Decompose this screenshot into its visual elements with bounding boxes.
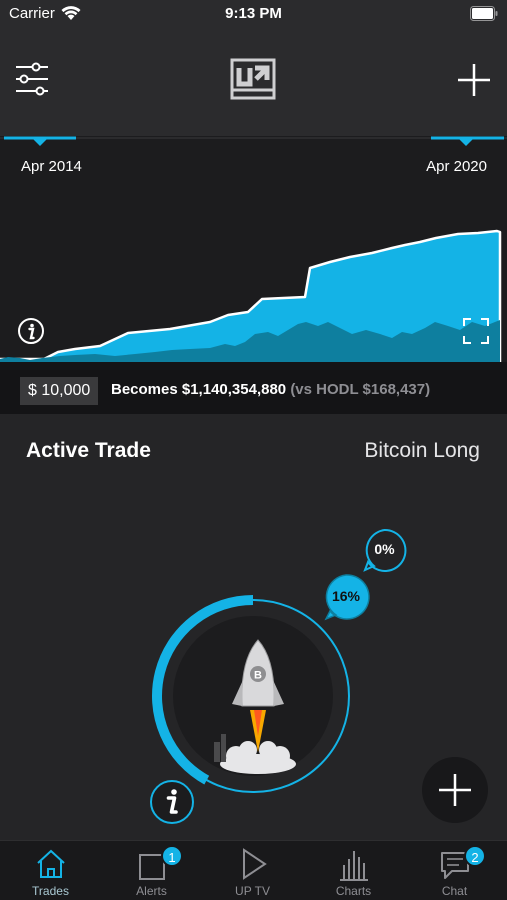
home-icon [37, 849, 65, 878]
result-bar: $ 10,000 Becomes $1,140,354,880 (vs HODL… [0, 362, 507, 414]
tab-up-tv[interactable]: UP TV [202, 841, 303, 900]
status-bar: Carrier 9:13 PM [0, 0, 507, 30]
play-icon [243, 848, 267, 880]
chat-count-badge: 2 [464, 845, 486, 867]
tab-label-charts: Charts [335, 884, 372, 898]
tab-charts[interactable]: Charts [303, 841, 404, 900]
tab-trades[interactable]: Trades [0, 841, 101, 900]
tab-label-trades: Trades [32, 884, 69, 898]
tab-bar: Trades 1 Alerts UP TV Charts 2 Chat [0, 840, 507, 900]
range-handle-right [458, 138, 474, 146]
chart-info-icon[interactable] [17, 317, 45, 345]
secondary-percent-label: 0% [374, 541, 395, 557]
battery-icon [470, 6, 498, 21]
primary-percent-badge[interactable]: 16% [322, 573, 370, 621]
trade-name[interactable]: Bitcoin Long [364, 439, 480, 463]
section-title: Active Trade [26, 439, 151, 462]
app-logo [230, 58, 276, 100]
result-summary: Becomes $1,140,354,880 (vs HODL $168,437… [111, 381, 430, 398]
clock-label: 9:13 PM [225, 5, 282, 22]
range-handle-left [32, 138, 48, 146]
tab-label-chat: Chat [441, 884, 468, 898]
add-trade-button[interactable] [422, 757, 488, 823]
trade-info-icon[interactable] [149, 779, 195, 825]
tab-alerts[interactable]: 1 Alerts [101, 841, 202, 900]
fullscreen-icon[interactable] [463, 318, 489, 344]
plus-icon [439, 774, 471, 806]
app-header [0, 30, 507, 136]
bar-chart-icon [340, 851, 368, 881]
investment-amount-input[interactable]: $ 10,000 [20, 377, 99, 405]
hodl-comparison: (vs HODL $168,437) [290, 381, 431, 398]
tab-label-alerts: Alerts [136, 884, 167, 898]
svg-text:B: B [254, 670, 262, 682]
trade-gauge[interactable]: B [140, 520, 360, 810]
range-end-label[interactable]: Apr 2020 [426, 158, 487, 175]
filter-settings-icon[interactable] [14, 62, 50, 96]
add-icon[interactable] [456, 62, 492, 98]
primary-percent-label: 16% [331, 588, 361, 604]
tab-chat[interactable]: 2 Chat [404, 841, 505, 900]
secondary-percent-badge[interactable]: 0% [362, 528, 407, 573]
range-start-label[interactable]: Apr 2014 [21, 158, 82, 175]
becomes-value: Becomes $1,140,354,880 [111, 381, 287, 398]
tab-label-up-tv: UP TV [235, 884, 270, 898]
alerts-count-badge: 1 [161, 845, 183, 867]
